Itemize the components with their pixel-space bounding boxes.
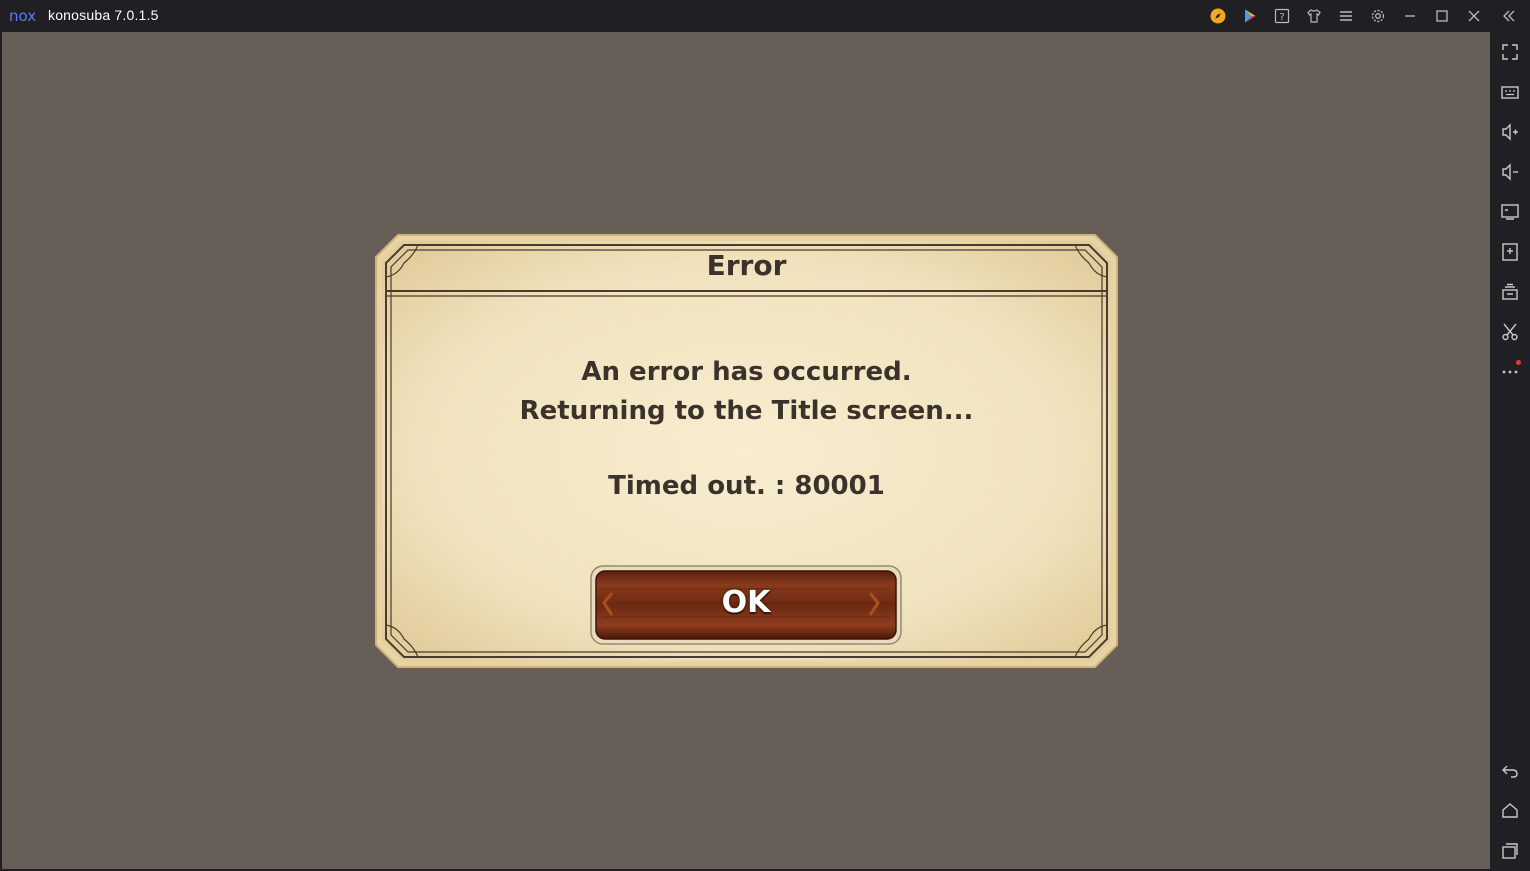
play-store-icon[interactable] xyxy=(1240,6,1260,26)
dialog-message: An error has occurred. Returning to the … xyxy=(374,353,1119,431)
help-icon[interactable]: ? xyxy=(1272,6,1292,26)
minimize-icon[interactable] xyxy=(1400,6,1420,26)
settings-icon[interactable] xyxy=(1368,6,1388,26)
multi-instance-icon[interactable] xyxy=(1500,282,1520,302)
ok-button[interactable]: OK xyxy=(590,565,902,645)
maximize-icon[interactable] xyxy=(1432,6,1452,26)
keyboard-icon[interactable] xyxy=(1500,82,1520,102)
emulator-sidebar xyxy=(1490,32,1530,871)
recent-apps-icon[interactable] xyxy=(1500,841,1520,861)
notification-dot xyxy=(1516,360,1521,365)
app-title: konosuba 7.0.1.5 xyxy=(48,7,159,23)
menu-icon[interactable] xyxy=(1336,6,1356,26)
ok-button-label: OK xyxy=(721,585,771,620)
message-line-2: Returning to the Title screen... xyxy=(519,396,974,426)
compass-icon[interactable] xyxy=(1208,6,1228,26)
dialog-title: Error xyxy=(706,249,787,282)
window-titlebar: nox konosuba 7.0.1.5 ? xyxy=(0,0,1530,32)
back-icon[interactable] xyxy=(1500,761,1520,781)
screen-icon[interactable] xyxy=(1500,202,1520,222)
shirt-icon[interactable] xyxy=(1304,6,1324,26)
screenshot-scissors-icon[interactable] xyxy=(1500,322,1520,342)
add-apk-icon[interactable] xyxy=(1500,242,1520,262)
nox-logo: nox xyxy=(9,7,36,25)
error-code: Timed out. : 80001 xyxy=(608,471,885,501)
more-icon[interactable] xyxy=(1500,362,1520,382)
fullscreen-icon[interactable] xyxy=(1500,42,1520,62)
collapse-sidebar-icon[interactable] xyxy=(1499,6,1519,26)
svg-text:?: ? xyxy=(1279,12,1284,23)
volume-down-icon[interactable] xyxy=(1500,162,1520,182)
message-line-1: An error has occurred. xyxy=(581,357,912,387)
error-dialog: Error An error has occurred. Returning t… xyxy=(374,233,1119,669)
home-icon[interactable] xyxy=(1500,801,1520,821)
volume-up-icon[interactable] xyxy=(1500,122,1520,142)
svg-text:nox: nox xyxy=(9,7,36,25)
close-icon[interactable] xyxy=(1464,6,1484,26)
